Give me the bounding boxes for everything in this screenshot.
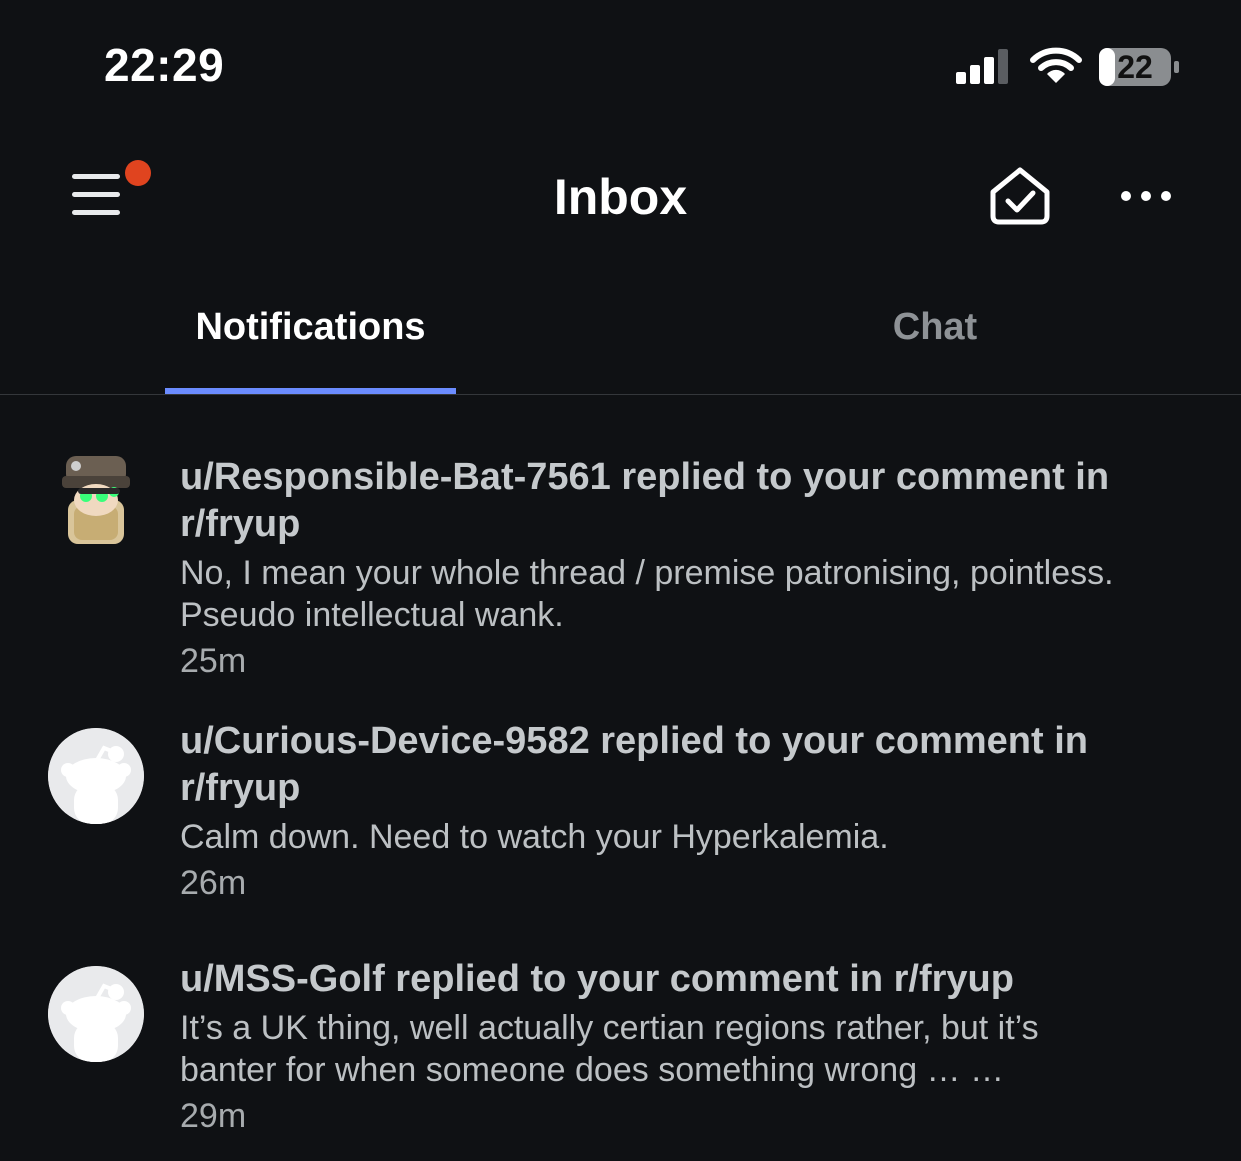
tab-chat[interactable]: Chat xyxy=(790,286,1080,393)
list-item[interactable]: u/Curious-Device-9582 replied to your co… xyxy=(0,718,1241,918)
battery-level: 22 xyxy=(1117,49,1153,85)
wifi-icon xyxy=(1030,47,1082,83)
mark-all-read-button[interactable] xyxy=(988,166,1052,226)
notification-title: u/MSS-Golf replied to your comment in r/… xyxy=(180,958,1014,1000)
inbox-tabs: Notifications Chat xyxy=(0,286,1241,395)
more-icon xyxy=(1121,191,1171,201)
user-avatar xyxy=(48,450,144,546)
notification-time: 25m xyxy=(180,642,247,680)
app-header: Inbox xyxy=(0,140,1241,260)
user-avatar xyxy=(48,728,144,824)
page-title: Inbox xyxy=(553,169,688,225)
mark-all-read-icon xyxy=(990,167,1050,225)
notification-title: u/Curious-Device-9582 replied to your co… xyxy=(180,720,1088,809)
active-tab-indicator xyxy=(165,388,456,394)
notification-title: u/Responsible-Bat-7561 replied to your c… xyxy=(180,456,1110,545)
notification-body: u/Responsible-Bat-7561 replied to your c… xyxy=(180,454,1140,682)
custom-avatar-icon xyxy=(62,456,130,544)
default-snoo-avatar-icon xyxy=(48,728,144,824)
user-avatar xyxy=(48,966,144,1062)
default-snoo-avatar-icon xyxy=(48,966,144,1062)
list-item[interactable]: u/Responsible-Bat-7561 replied to your c… xyxy=(0,440,1241,690)
notification-time: 29m xyxy=(180,1097,247,1135)
notification-snippet: No, I mean your whole thread / premise p… xyxy=(180,554,1133,634)
more-options-button[interactable] xyxy=(1116,180,1176,212)
notification-body: u/MSS-Golf replied to your comment in r/… xyxy=(180,956,1140,1137)
tab-notifications[interactable]: Notifications xyxy=(165,286,456,393)
signal-icon xyxy=(956,49,1008,84)
list-item[interactable]: u/MSS-Golf replied to your comment in r/… xyxy=(0,956,1241,1161)
status-bar: 22:29 22 xyxy=(0,0,1241,130)
battery-icon: 22 xyxy=(1098,46,1180,88)
status-time: 22:29 xyxy=(104,39,225,91)
notification-snippet: Calm down. Need to watch your Hyperkalem… xyxy=(180,818,889,856)
notification-time: 26m xyxy=(180,864,247,902)
notification-body: u/Curious-Device-9582 replied to your co… xyxy=(180,718,1140,904)
notification-snippet: It’s a UK thing, well actually certian r… xyxy=(180,1009,1049,1089)
